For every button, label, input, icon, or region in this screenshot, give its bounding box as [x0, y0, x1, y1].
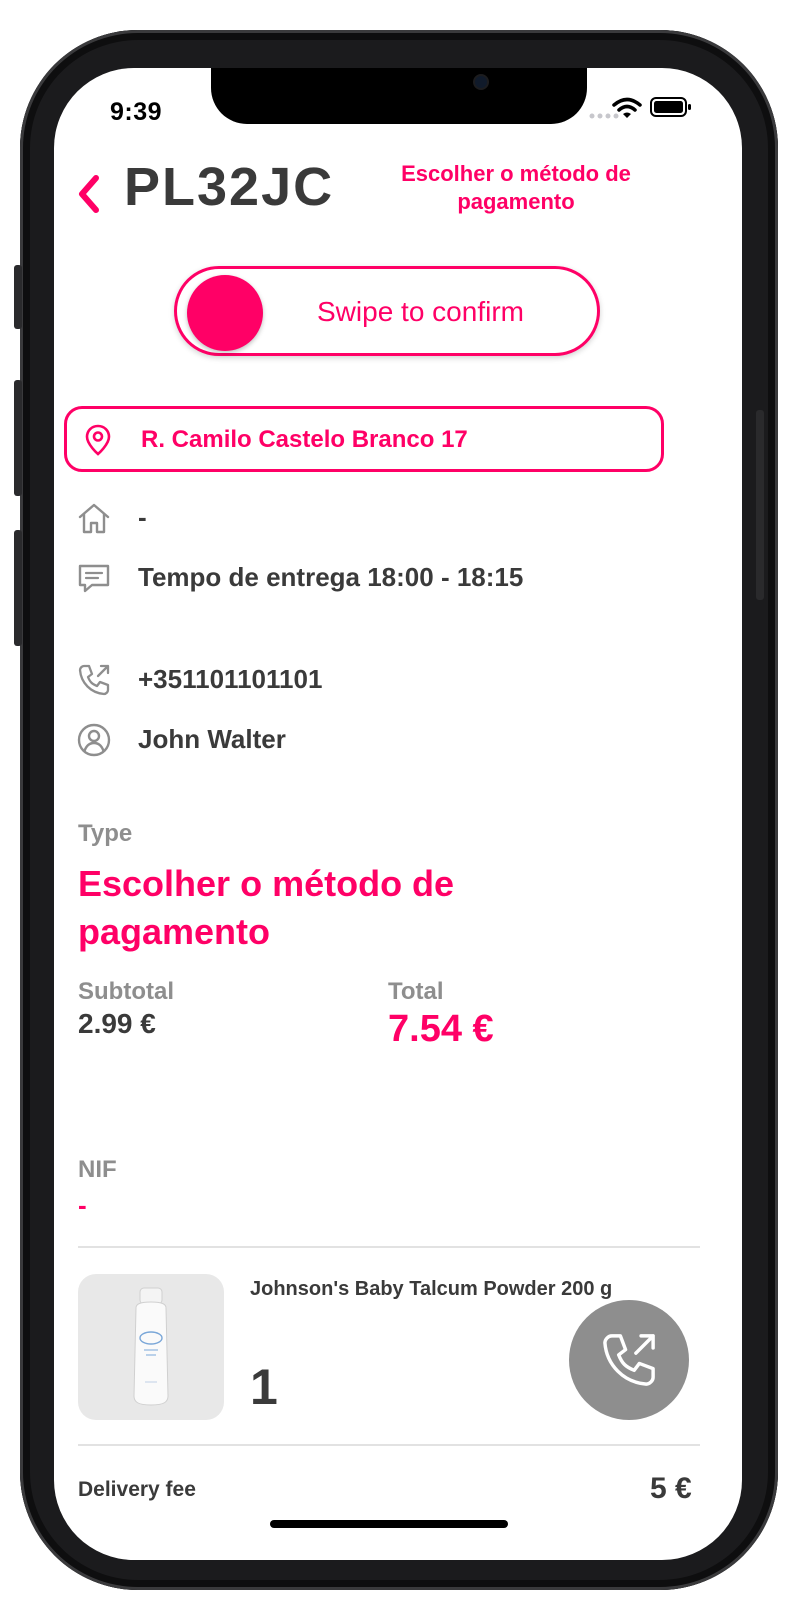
silent-switch [14, 265, 22, 329]
battery-icon [650, 97, 691, 117]
type-label: Type [78, 820, 133, 847]
talc-bottle-image [133, 1287, 169, 1406]
wifi-icon [612, 97, 642, 118]
product-quantity: 1 [250, 1359, 278, 1415]
power-button [756, 410, 764, 600]
volume-up-button [14, 380, 22, 496]
swipe-knob[interactable] [187, 275, 263, 351]
volume-down-button [14, 530, 22, 646]
delivery-time-text: Tempo de entrega 18:00 - 18:15 [138, 562, 524, 592]
product-image [78, 1274, 224, 1420]
swipe-to-confirm-slider[interactable]: Swipe to confirm [174, 266, 600, 356]
notch [211, 68, 587, 124]
status-time: 9:39 [110, 98, 163, 126]
app-screen: 9:39 PL32JC Escolher o método de pagamen… [54, 68, 742, 1560]
delivery-fee-label: Delivery fee [78, 1478, 196, 1501]
customer-name-text: John Walter [138, 724, 286, 754]
phone-number-text[interactable]: +351101101101 [138, 664, 322, 695]
home-detail-text: - [138, 502, 147, 532]
chevron-left-icon[interactable] [74, 172, 104, 216]
phone-outgoing-icon [603, 1334, 655, 1386]
product-name: Johnson's Baby Talcum Powder 200 g [250, 1278, 613, 1300]
address-text: R. Camilo Castelo Branco 17 [141, 426, 468, 453]
total-value: 7.54 € [388, 1008, 494, 1050]
nif-value: - [78, 1190, 87, 1220]
payment-method-link[interactable]: Escolher o método de pagamento [384, 160, 648, 216]
home-indicator[interactable] [270, 1520, 508, 1528]
delivery-fee-value: 5 € [650, 1472, 692, 1505]
user-icon [77, 723, 111, 757]
call-customer-button[interactable] [569, 1300, 689, 1420]
home-icon [78, 503, 110, 534]
front-camera [475, 76, 487, 88]
phone-icon[interactable] [76, 662, 112, 698]
divider [78, 1246, 700, 1248]
total-label: Total [388, 978, 444, 1005]
order-plate-title: PL32JC [124, 157, 335, 217]
location-pin-icon [85, 424, 111, 456]
address-card[interactable]: R. Camilo Castelo Branco 17 [64, 406, 664, 472]
message-icon [78, 564, 110, 593]
swipe-label: Swipe to confirm [317, 296, 524, 327]
nif-label: NIF [78, 1156, 117, 1183]
subtotal-label: Subtotal [78, 978, 174, 1005]
subtotal-value: 2.99 € [78, 1008, 156, 1039]
type-value: Escolher o método de pagamento [78, 863, 455, 952]
divider [78, 1444, 700, 1446]
